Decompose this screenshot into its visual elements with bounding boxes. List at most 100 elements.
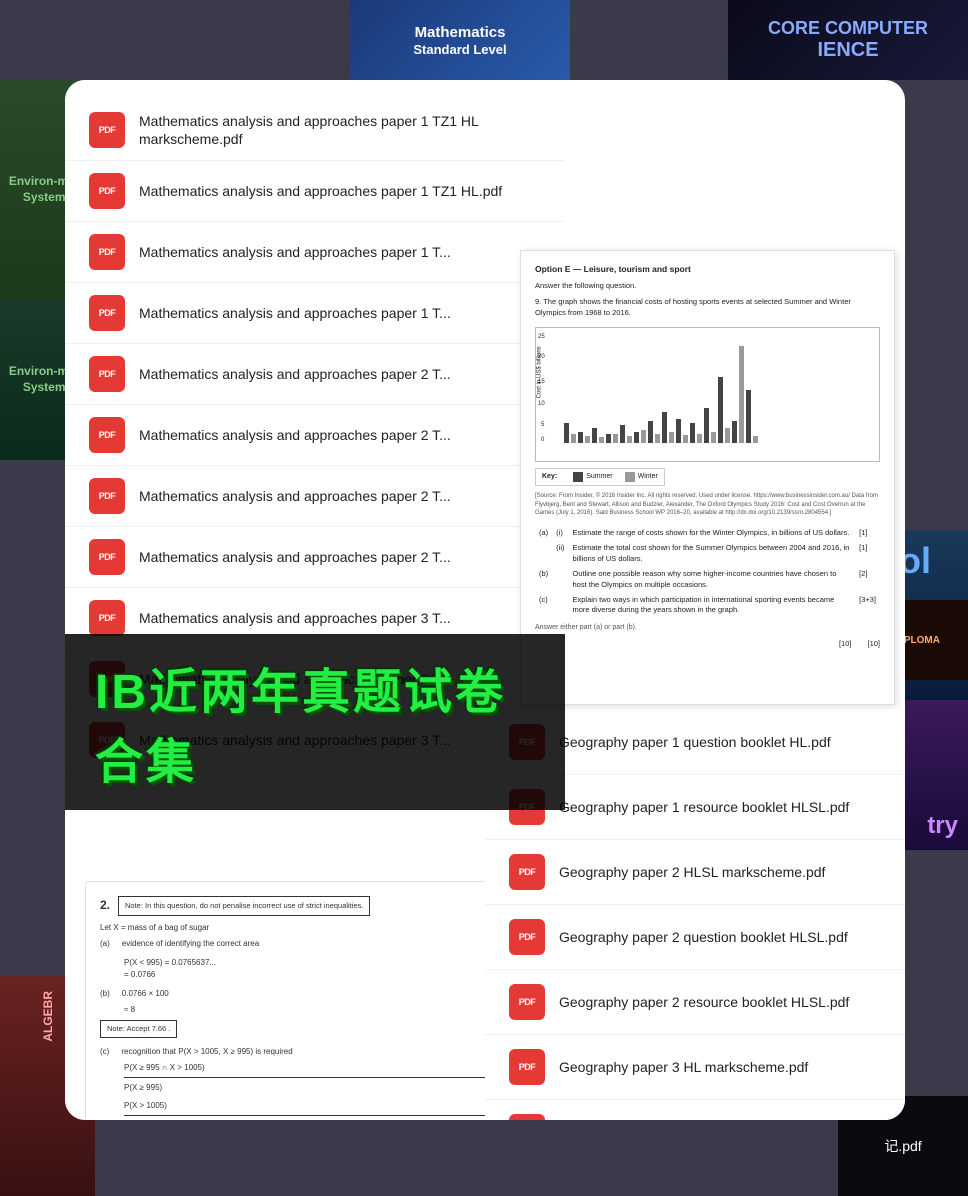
pdf-icon-4: PDF (89, 295, 125, 331)
q10-marks2: [10] (867, 639, 880, 650)
file-item-7[interactable]: PDF Mathematics analysis and approaches … (65, 466, 565, 527)
bar-1984w (627, 436, 632, 443)
file-name-9: Mathematics analysis and approaches pape… (139, 609, 451, 627)
y-25: 25 (538, 333, 545, 342)
chart-key: Key: Summer Winter (535, 468, 665, 486)
key-summer: Summer (586, 472, 612, 482)
part-b-result: ≈ 8 (124, 1004, 530, 1016)
file-name-1: Mathematics analysis and approaches pape… (139, 112, 541, 148)
file-name-3: Mathematics analysis and approaches pape… (139, 243, 451, 261)
bar-2014s (732, 421, 737, 443)
bar-2008w (711, 432, 716, 443)
file-item-8[interactable]: PDF Mathematics analysis and approaches … (65, 527, 565, 588)
doc-answer-note: Answer either part (a) or part (b). (535, 623, 880, 633)
core-cs-line2: IENCE (817, 39, 878, 62)
file-item-4[interactable]: PDF Mathematics analysis and approaches … (65, 283, 565, 344)
geo-file-name-3: Geography paper 2 HLSL markscheme.pdf (559, 863, 825, 881)
core-cs-line1: CORE COMPUTER (768, 18, 928, 39)
key-winter: Winter (638, 472, 658, 482)
pdf-icon-5: PDF (89, 356, 125, 392)
main-card: PDF Mathematics analysis and approaches … (65, 80, 905, 1120)
file-name-6: Mathematics analysis and approaches pape… (139, 426, 451, 444)
part-b-label: (b) (100, 988, 110, 1000)
mini-chart: 25 20 15 10 5 0 Cost in US$ billions (535, 327, 880, 462)
bar-1984s (620, 425, 625, 443)
doc-instruction: Answer the following question. (535, 281, 880, 292)
banner: IB近两年真题试卷合集 (65, 634, 565, 810)
geo-pdf-icon-5: PDF (509, 984, 545, 1020)
bar-2012w (725, 428, 730, 443)
geo-pdf-icon-3: PDF (509, 854, 545, 890)
pdf-icon-2: PDF (89, 173, 125, 209)
algebra-label: ALGEBR (41, 991, 55, 1042)
part-a-label: (a) (100, 938, 110, 950)
bar-1992w (655, 434, 660, 443)
y-5: 5 (541, 421, 544, 430)
pdf-icon-3: PDF (89, 234, 125, 270)
geo-file-3[interactable]: PDF Geography paper 2 HLSL markscheme.pd… (485, 840, 905, 905)
pdf-icon-8: PDF (89, 539, 125, 575)
math-book-title-line1: Mathematics (415, 24, 506, 42)
geo-pdf-icon-4: PDF (509, 919, 545, 955)
notes-label: 记.pdf (884, 1136, 921, 1156)
pdf-icon-1: PDF (89, 112, 125, 148)
geo-file-4[interactable]: PDF Geography paper 2 question booklet H… (485, 905, 905, 970)
doc-qc: Outline one possible reason why some hig… (569, 567, 856, 593)
pdf-icon-6: PDF (89, 417, 125, 453)
file-name-7: Mathematics analysis and approaches pape… (139, 487, 451, 505)
doc-q9: 9. The graph shows the financial costs o… (535, 297, 880, 319)
doc-preview: Option E — Leisure, tourism and sport An… (520, 250, 895, 705)
geo-file-6[interactable]: PDF Geography paper 3 HL markscheme.pdf (485, 1035, 905, 1100)
bar-1968s (564, 423, 569, 443)
q2-label: 2. (100, 896, 110, 915)
bar-2004w (697, 434, 702, 443)
geo-file-name-4: Geography paper 2 question booklet HLSL.… (559, 928, 848, 946)
file-item-3[interactable]: PDF Mathematics analysis and approaches … (65, 222, 565, 283)
bar-1972s (578, 432, 583, 443)
core-cs-bg: CORE COMPUTER IENCE (728, 0, 968, 80)
y-10: 10 (538, 400, 545, 409)
bar-1980s (606, 434, 611, 443)
file-item-5[interactable]: PDF Mathematics analysis and approaches … (65, 344, 565, 405)
bar-2004s (690, 423, 695, 443)
part-c-label: (c) (100, 1046, 109, 1058)
geo-file-5[interactable]: PDF Geography paper 2 resource booklet H… (485, 970, 905, 1035)
file-name-5: Mathematics analysis and approaches pape… (139, 365, 451, 383)
doc-marks3: [2] (855, 567, 880, 593)
banner-text: IB近两年真题试卷合集 (95, 652, 535, 792)
doc-marks-bottom: [10] [10] (535, 639, 880, 650)
bar-1976w (599, 437, 604, 443)
geo-file-name-1: Geography paper 1 question booklet HL.pd… (559, 733, 831, 751)
let-x: Let X = mass of a bag of sugar (100, 922, 530, 934)
geo-pdf-icon-6: PDF (509, 1049, 545, 1085)
geo-file-name-6: Geography paper 3 HL markscheme.pdf (559, 1058, 808, 1076)
approx-a: = 0.0766 (124, 969, 530, 981)
frac2-num: P(X > 1005) (124, 1100, 530, 1115)
y-0: 0 (541, 436, 544, 445)
doc-qd: Explain two ways in which participation … (569, 593, 856, 619)
frac1-den: P(X ≥ 995) (124, 1082, 530, 1094)
geo-file-name-2: Geography paper 1 resource booklet HLSL.… (559, 798, 849, 816)
bar-2012s (718, 377, 723, 443)
geo-file-7[interactable]: PDF TestDaily分享-Geography paper 3 HL.pdf (485, 1100, 905, 1120)
doc-marks2: [1] (855, 541, 880, 567)
file-item-2[interactable]: PDF Mathematics analysis and approaches … (65, 161, 565, 222)
bar-1968w (571, 434, 576, 443)
bar-1992s (648, 421, 653, 443)
y-axis-title: Cost in US$ billions (536, 346, 545, 398)
pdf-icon-9: PDF (89, 600, 125, 636)
markscheme-preview: 2. Note: In this question, do not penali… (85, 881, 545, 1120)
doc-source: [Source: From Insider, © 2016 Insider In… (535, 492, 880, 518)
part-c-text: recognition that P(X > 1005, X ≥ 995) is… (121, 1046, 292, 1058)
bar-1996s (662, 412, 667, 443)
bar-2000w (683, 435, 688, 443)
file-item-6[interactable]: PDF Mathematics analysis and approaches … (65, 405, 565, 466)
math-book-bg: Mathematics Standard Level (350, 0, 570, 80)
option-label: Option E — Leisure, tourism and sport (535, 263, 880, 275)
part-a-text: evidence of identifying the correct area (122, 938, 259, 950)
file-item-1[interactable]: PDF Mathematics analysis and approaches … (65, 100, 565, 161)
file-name-2: Mathematics analysis and approaches pape… (139, 182, 502, 200)
doc-questions: (a) (i) Estimate the range of costs show… (535, 526, 880, 618)
pdf-icon-7: PDF (89, 478, 125, 514)
file-name-4: Mathematics analysis and approaches pape… (139, 304, 451, 322)
